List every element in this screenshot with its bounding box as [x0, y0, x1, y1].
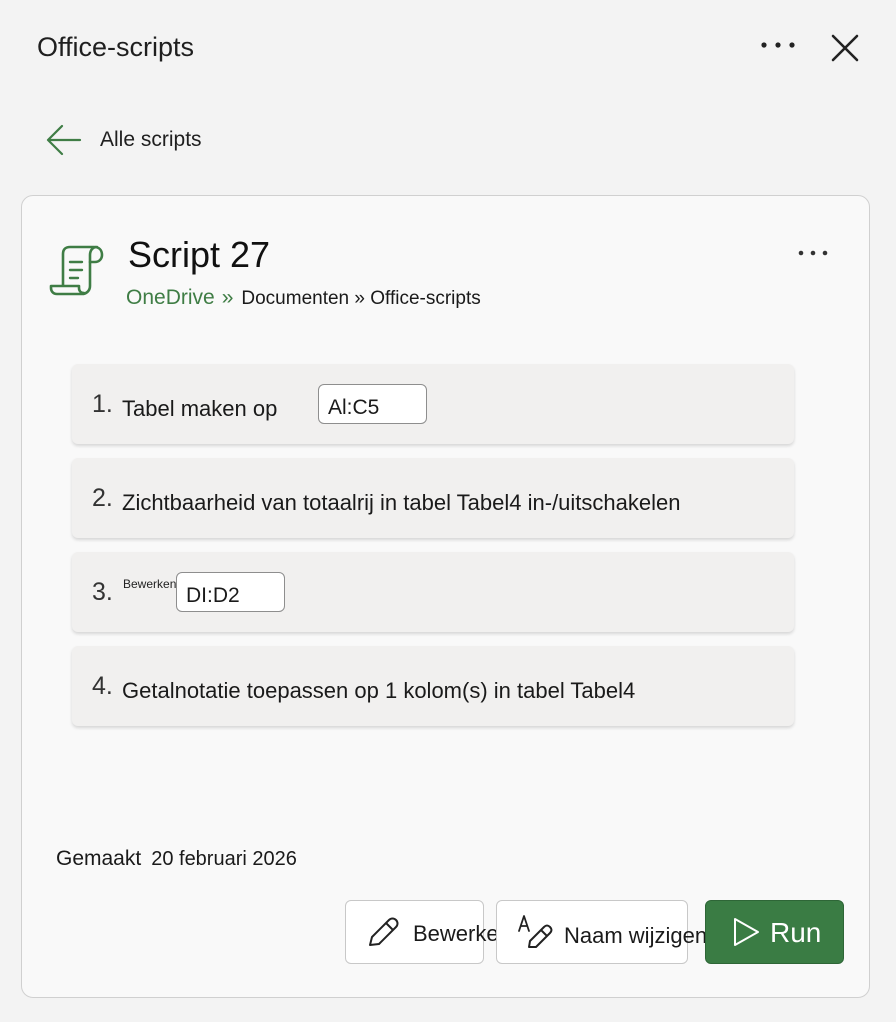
close-icon	[831, 34, 859, 62]
step-text: Getalnotatie toepassen op 1 kolom(s) in …	[122, 678, 636, 703]
close-button[interactable]	[824, 27, 866, 69]
edit-button[interactable]: Bewerken	[345, 900, 511, 964]
step-number: 4.	[92, 672, 113, 700]
step-list: 1. Tabel maken op Al:C5 2. Zichtbaarheid…	[72, 364, 794, 740]
run-button[interactable]: Run	[705, 900, 844, 964]
script-scroll-icon	[49, 245, 104, 296]
run-button-label: Run	[770, 917, 822, 948]
step-item[interactable]: 2. Zichtbaarheid van totaalrij in tabel …	[72, 458, 794, 538]
play-icon	[734, 918, 759, 946]
ellipsis-icon	[798, 250, 828, 256]
script-more-options-button[interactable]	[792, 238, 834, 268]
step-item[interactable]: 3. Bewerken DI:D2	[72, 552, 794, 632]
step-number: 1.	[92, 390, 113, 418]
back-to-all-scripts-link[interactable]: Alle scripts	[44, 118, 202, 162]
script-card: Script 27 OneDrive » Documenten » Office…	[21, 195, 870, 998]
pane-header: Office-scripts	[0, 0, 896, 96]
rename-icon	[518, 915, 553, 948]
breadcrumb-onedrive-link[interactable]: OneDrive	[126, 286, 215, 310]
step-label: Bewerken	[123, 577, 177, 591]
script-title: Script 27	[128, 234, 271, 275]
step-number: 3.	[92, 578, 113, 606]
rename-button-label: Naam wijzigen	[564, 923, 708, 948]
pane-title: Office-scripts	[37, 32, 195, 62]
created-label: Gemaakt	[56, 847, 142, 870]
step-number: 2.	[92, 484, 113, 512]
range-input[interactable]: DI:D2	[176, 572, 285, 612]
created-info: Gemaakt 20 februari 2026	[56, 847, 297, 871]
step-text: Zichtbaarheid van totaalrij in tabel Tab…	[122, 490, 681, 515]
step-item[interactable]: 4. Getalnotatie toepassen op 1 kolom(s) …	[72, 646, 794, 726]
back-label: Alle scripts	[100, 128, 202, 151]
step-item[interactable]: 1. Tabel maken op Al:C5	[72, 364, 794, 444]
created-date: 20 februari 2026	[151, 848, 297, 870]
rename-button[interactable]: Naam wijzigen	[496, 900, 707, 964]
range-input[interactable]: Al:C5	[318, 384, 427, 424]
breadcrumb: OneDrive » Documenten » Office-scripts	[126, 286, 481, 310]
more-options-button[interactable]	[752, 30, 804, 60]
arrow-left-icon	[46, 124, 82, 156]
breadcrumb-separator: »	[221, 286, 234, 309]
breadcrumb-path: Documenten » Office-scripts	[241, 288, 481, 309]
ellipsis-icon	[761, 42, 795, 48]
step-text: Tabel maken op	[122, 396, 278, 421]
pencil-icon	[369, 917, 399, 946]
